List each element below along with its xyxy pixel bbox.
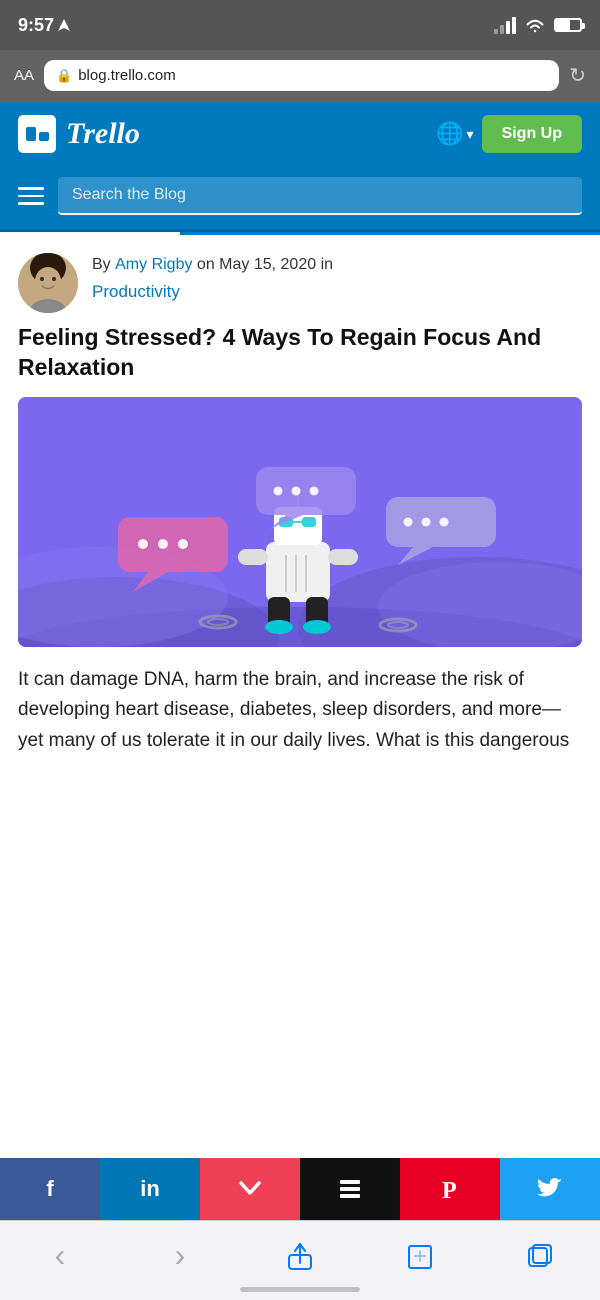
status-icons xyxy=(494,17,582,34)
globe-icon: 🌐 xyxy=(436,121,463,147)
share-pinterest-button[interactable]: P xyxy=(400,1158,500,1220)
url-bar[interactable]: 🔒 blog.trello.com xyxy=(44,60,559,91)
location-icon xyxy=(58,19,70,31)
wifi-icon xyxy=(524,17,546,33)
share-icon xyxy=(287,1241,313,1271)
time-display: 9:57 xyxy=(18,15,54,36)
language-selector[interactable]: 🌐 ▾ xyxy=(436,121,473,147)
trello-logo[interactable]: Trello xyxy=(18,115,140,153)
signal-icon xyxy=(494,17,516,34)
status-bar: 9:57 xyxy=(0,0,600,50)
home-indicator xyxy=(240,1287,360,1292)
search-input-wrap[interactable]: Search the Blog xyxy=(58,177,582,215)
share-buffer-button[interactable] xyxy=(300,1158,400,1220)
by-prefix: By xyxy=(92,256,115,273)
article-meta: By Amy Rigby on May 15, 2020 in Producti… xyxy=(0,235,600,323)
share-twitter-button[interactable] xyxy=(500,1158,600,1220)
url-text: blog.trello.com xyxy=(78,67,176,84)
pinterest-icon: P xyxy=(437,1176,463,1202)
hero-illustration xyxy=(18,397,582,647)
trello-logo-squares xyxy=(21,122,54,146)
article-title: Feeling Stressed? 4 Ways To Regain Focus… xyxy=(0,323,600,397)
avatar xyxy=(18,253,78,313)
linkedin-label: in xyxy=(140,1176,160,1202)
refresh-icon[interactable]: ↻ xyxy=(569,63,586,88)
browser-aa[interactable]: AA xyxy=(14,67,34,84)
bookmarks-icon xyxy=(406,1242,434,1270)
hamburger-line-2 xyxy=(18,195,44,198)
chevron-down-icon: ▾ xyxy=(467,126,474,143)
share-pocket-button[interactable] xyxy=(200,1158,300,1220)
battery-icon xyxy=(554,18,582,32)
svg-text:P: P xyxy=(442,1178,457,1202)
tabs-button[interactable] xyxy=(515,1231,565,1281)
hamburger-line-1 xyxy=(18,187,44,190)
back-button[interactable]: ‹ xyxy=(35,1231,85,1281)
share-linkedin-button[interactable]: in xyxy=(100,1158,200,1220)
hero-image xyxy=(18,397,582,647)
category-link[interactable]: Productivity xyxy=(92,279,333,305)
hamburger-menu[interactable] xyxy=(18,187,44,205)
lock-icon: 🔒 xyxy=(56,68,72,84)
trello-wordmark: Trello xyxy=(66,117,140,151)
trello-logo-icon xyxy=(18,115,56,153)
header-right: 🌐 ▾ Sign Up xyxy=(436,115,582,153)
article-text: It can damage DNA, harm the brain, and i… xyxy=(18,665,582,756)
share-facebook-button[interactable]: f xyxy=(0,1158,100,1220)
forward-button[interactable]: › xyxy=(155,1231,205,1281)
by-middle: on May 15, 2020 in xyxy=(192,256,333,273)
share-bar: f in P xyxy=(0,1158,600,1220)
pocket-icon xyxy=(236,1175,264,1203)
browser-bar: AA 🔒 blog.trello.com ↻ xyxy=(0,50,600,101)
author-link[interactable]: Amy Rigby xyxy=(115,256,192,273)
avatar-image xyxy=(18,253,78,313)
search-placeholder: Search the Blog xyxy=(72,186,186,203)
signup-button[interactable]: Sign Up xyxy=(482,115,582,153)
tabs-icon xyxy=(527,1243,553,1269)
bookmarks-button[interactable] xyxy=(395,1231,445,1281)
trello-header: Trello 🌐 ▾ Sign Up xyxy=(0,101,600,167)
status-time: 9:57 xyxy=(18,15,70,36)
twitter-icon xyxy=(537,1178,563,1200)
share-button[interactable] xyxy=(275,1231,325,1281)
article-body: It can damage DNA, harm the brain, and i… xyxy=(0,665,600,756)
hamburger-line-3 xyxy=(18,202,44,205)
article-byline: By Amy Rigby on May 15, 2020 in Producti… xyxy=(92,253,333,305)
forward-icon: › xyxy=(175,1237,186,1274)
buffer-icon xyxy=(336,1175,364,1203)
search-bar: Search the Blog xyxy=(0,167,600,232)
back-icon: ‹ xyxy=(55,1237,66,1274)
